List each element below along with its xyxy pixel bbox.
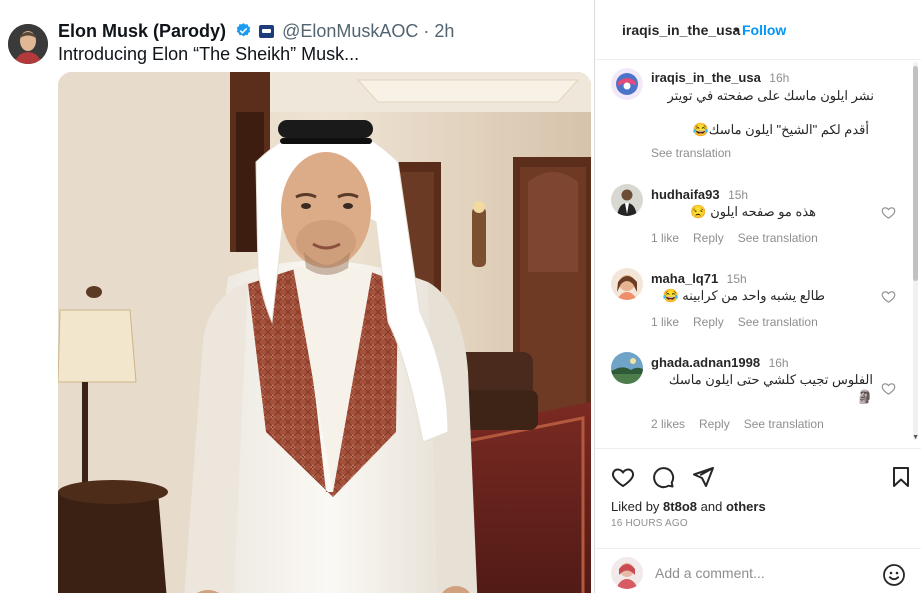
comment-text: الفلوس تجيب كلشي حتى ايلون ماسك — [668, 372, 873, 387]
comment-header: ghada.adnan1998 16h — [651, 354, 789, 372]
comment-bubble-icon[interactable] — [651, 465, 675, 489]
post-header: iraqis_in_the_usa • Follow — [595, 0, 921, 60]
header-dot: • — [734, 21, 739, 37]
comment-likes[interactable]: 1 like — [651, 315, 679, 329]
like-comment-heart-icon[interactable] — [881, 205, 896, 220]
like-comment-heart-icon[interactable] — [881, 289, 896, 304]
liked-by-others[interactable]: others — [726, 499, 766, 514]
like-heart-icon[interactable] — [611, 465, 635, 489]
post-age: 16 HOURS AGO — [611, 518, 688, 529]
comment-header: maha_lq71 15h — [651, 270, 747, 288]
caption-meta: See translation — [651, 146, 745, 160]
comment-meta: 1 like Reply See translation — [651, 315, 832, 329]
instagram-panel: iraqis_in_the_usa • Follow iraqis_in_the… — [595, 0, 921, 593]
comments-list: iraqis_in_the_usa 16h نشر ايلون ماسك على… — [595, 60, 921, 448]
comment-reply-button[interactable]: Reply — [693, 231, 724, 245]
comment-time: 15h — [728, 188, 749, 202]
comment-avatar[interactable] — [611, 184, 643, 216]
caption-header: iraqis_in_the_usa 16h — [651, 69, 789, 87]
liked-by-prefix: Liked by — [611, 499, 664, 514]
tweet-separator: · — [423, 21, 430, 41]
verified-badge-icon — [236, 23, 251, 37]
caption-time: 16h — [769, 71, 790, 85]
add-comment-input[interactable] — [655, 565, 875, 581]
comment-likes[interactable]: 2 likes — [651, 417, 685, 431]
caption-line-2: أقدم لكم "الشيخ" ايلون ماسك😂 — [692, 122, 869, 137]
scrollbar-thumb[interactable] — [913, 66, 918, 281]
liked-by: Liked by 8t8o8 and others — [611, 499, 766, 514]
comment-text: طالع يشبه واحد من كرابينه 😂 — [662, 288, 825, 303]
post-media: Elon Musk (Parody) @ElonMuskAOC · 2h Int… — [0, 0, 595, 593]
comment-see-translation[interactable]: See translation — [738, 315, 818, 329]
liked-by-user[interactable]: 8t8o8 — [663, 499, 697, 514]
comment-text-emoji: 🗿 — [856, 389, 873, 404]
comment-username[interactable]: hudhaifa93 — [651, 187, 720, 202]
tweet-text: Introducing Elon “The Sheikh” Musk... — [58, 44, 360, 64]
scroll-down-arrow-icon[interactable]: ▼ — [912, 434, 919, 441]
add-comment-bar — [595, 548, 921, 593]
comments-scrollbar[interactable] — [913, 62, 918, 440]
tweet-handle: @ElonMuskAOC — [282, 21, 419, 41]
tweet-avatar — [8, 24, 48, 64]
comment-time: 15h — [726, 272, 747, 286]
share-paper-plane-icon[interactable] — [691, 465, 715, 489]
liked-by-mid: and — [697, 499, 726, 514]
current-user-avatar — [611, 557, 643, 589]
post-actions: Liked by 8t8o8 and others 16 HOURS AGO — [595, 448, 921, 538]
comment-avatar[interactable] — [611, 352, 643, 384]
comment-reply-button[interactable]: Reply — [693, 315, 724, 329]
comment-username[interactable]: ghada.adnan1998 — [651, 355, 760, 370]
caption-avatar[interactable] — [611, 68, 643, 100]
tweet-author-name: Elon Musk (Parody) — [58, 21, 227, 41]
comment-meta: 1 like Reply See translation — [651, 231, 832, 245]
comment-avatar[interactable] — [611, 268, 643, 300]
emoji-smile-icon[interactable] — [882, 563, 906, 587]
comment-header: hudhaifa93 15h — [651, 186, 748, 204]
caption-line-1: نشر ايلون ماسك على صفحته في تويتر — [667, 88, 874, 103]
comment-see-translation[interactable]: See translation — [744, 417, 824, 431]
tweet-header: Elon Musk (Parody) @ElonMuskAOC · 2h — [58, 20, 454, 42]
caption-username[interactable]: iraqis_in_the_usa — [651, 70, 761, 85]
tweet-time: 2h — [434, 21, 455, 41]
comment-username[interactable]: maha_lq71 — [651, 271, 718, 286]
comment-time: 16h — [768, 356, 789, 370]
affiliate-badge-icon — [259, 25, 275, 38]
comment-reply-button[interactable]: Reply — [699, 417, 730, 431]
comment-meta: 2 likes Reply See translation — [651, 417, 838, 431]
save-bookmark-icon[interactable] — [889, 465, 913, 489]
follow-button[interactable]: Follow — [742, 22, 786, 38]
comment-likes[interactable]: 1 like — [651, 231, 679, 245]
header-username[interactable]: iraqis_in_the_usa — [622, 22, 740, 38]
tweet-photo — [58, 72, 591, 593]
comment-text: هذه مو صفحه ايلون 😒 — [690, 204, 816, 219]
comment-see-translation[interactable]: See translation — [738, 231, 818, 245]
caption-see-translation[interactable]: See translation — [651, 146, 731, 160]
like-comment-heart-icon[interactable] — [881, 381, 896, 396]
